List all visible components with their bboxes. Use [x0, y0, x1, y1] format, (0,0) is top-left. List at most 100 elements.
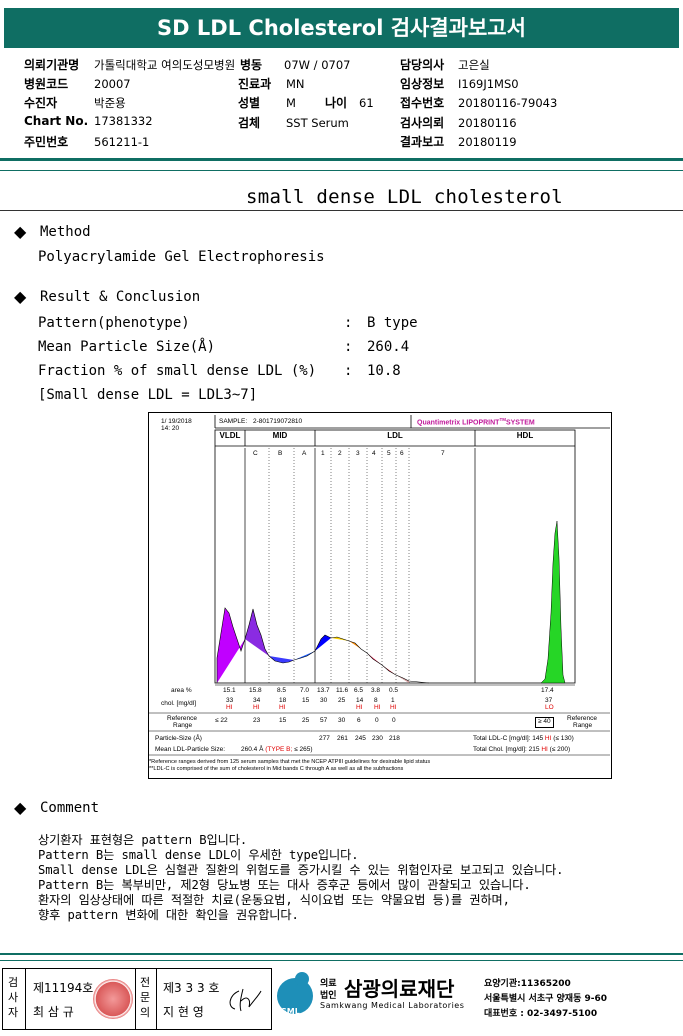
info-hospital-code: 병원코드 20007 [24, 77, 131, 91]
logo-dot [295, 972, 309, 986]
info-patient-name: 수진자 박준용 [24, 96, 126, 110]
area-value: 3.8 [371, 687, 381, 694]
info-chart-no: Chart No. 17381332 [24, 114, 153, 128]
expert-label: 전문의 [140, 976, 151, 1019]
band-label: B [278, 450, 283, 457]
comment-heading: Comment [40, 800, 100, 816]
group-label-ldl: LDL [387, 431, 403, 440]
info-doctor: 담당의사 고은실 [400, 58, 490, 72]
info-request-date: 검사의뢰 20180116 [400, 116, 517, 130]
ref-value-hdl: ≥ 40 [535, 717, 554, 728]
diamond-icon: ◆ [14, 798, 27, 817]
band-label: 5 [387, 450, 391, 457]
group-label-hdl: HDL [516, 431, 534, 440]
area-value: 7.0 [300, 687, 310, 694]
info-department: 진료과 MN [238, 77, 305, 91]
group-label-vldl: VLDL [219, 431, 241, 440]
mean-size: 260.4 Å (TYPE B; ≤ 265) [241, 746, 313, 753]
particle-size-value: 260.4 [367, 339, 410, 355]
area-value: 6.5 [354, 687, 364, 694]
info-clinical: 임상정보 I169J1MS0 [400, 77, 519, 91]
info-ward: 병동 07W / 0707 [240, 58, 351, 72]
total-chol: Total Chol. [mg/dl]: 215 HI (≤ 200) [473, 746, 571, 753]
info-accession: 접수번호 20180116-79043 [400, 96, 558, 110]
lipoprint-chart: 1/ 19/2018 14: 20 SAMPLE: 2-801719072810… [148, 412, 612, 779]
chart-footnote-2: **LDL-C is comprised of the sum of chole… [149, 766, 404, 772]
expert-no: 제3 3 3 호 [163, 981, 220, 995]
ref-value: 0 [392, 717, 396, 724]
band-label: 4 [372, 450, 376, 457]
org-english: Samkwang Medical Laboratories [320, 1001, 465, 1010]
trace-outline [216, 607, 430, 684]
tester-no: 제11194호 [33, 981, 94, 995]
chol-label: chol. [mg/dl] [161, 700, 197, 707]
info-sex: 성별 M [238, 96, 296, 110]
chol-flag: HI [279, 704, 286, 711]
section-line [0, 210, 683, 211]
ref-value: 30 [338, 717, 346, 724]
section-title: small dense LDL cholesterol [246, 186, 563, 208]
method-text: Polyacrylamide Gel Electrophoresis [38, 249, 325, 265]
area-value: 8.5 [277, 687, 287, 694]
band-label: 6 [400, 450, 404, 457]
info-institution: 의뢰기관명 가톨릭대학교 여의도성모병원 [24, 58, 236, 72]
info-age: 나이 61 [325, 96, 374, 110]
org-address: 서울특별시 서초구 양재동 9-60 [484, 994, 608, 1004]
ref-value: 15 [279, 717, 287, 724]
seal-stamp [93, 979, 133, 1019]
group-label-mid: MID [272, 431, 288, 440]
area-value: 15.8 [249, 687, 262, 694]
chol-value: 30 [320, 697, 328, 704]
band-label: 7 [441, 450, 445, 457]
tester-name: 최 삼 규 [33, 1005, 74, 1019]
area-value-hdl: 17.4 [541, 687, 554, 694]
report-title: SD LDL Cholesterol 검사결과보고서 [4, 8, 679, 48]
chol-flag: HI [374, 704, 381, 711]
particle-size-label: Particle-Size (Å) [155, 735, 202, 742]
ref-value: 25 [302, 717, 310, 724]
expert-signature [229, 988, 262, 1012]
ref-value: 6 [357, 717, 361, 724]
header-divider-thin [0, 170, 683, 171]
particle-size-value: 230 [372, 735, 383, 742]
area-value: 11.6 [336, 687, 349, 694]
info-specimen: 검체 SST Serum [238, 116, 349, 130]
band-label: C [253, 450, 258, 457]
tester-label: 검사자 [8, 976, 19, 1019]
chol-flag: HI [226, 704, 233, 711]
band-label: 3 [356, 450, 360, 457]
ref-value: 0 [375, 717, 379, 724]
pattern-value: B type [367, 315, 418, 331]
area-label: area % [171, 687, 192, 694]
band-label: A [302, 450, 307, 457]
diamond-icon: ◆ [14, 222, 27, 241]
chol-value: 25 [338, 697, 346, 704]
chol-flag: HI [390, 704, 397, 711]
header-divider [0, 158, 683, 161]
ref-value: 23 [253, 717, 261, 724]
area-value: 13.7 [317, 687, 330, 694]
particle-size-value: 218 [389, 735, 400, 742]
hdl-peak [540, 520, 566, 684]
band-a-peak [294, 651, 315, 660]
chol-flag: HI [253, 704, 260, 711]
tester-label-cell: 검사자 [3, 969, 26, 1029]
band-label: 1 [321, 450, 325, 457]
ref-label-right: Range [573, 722, 593, 729]
particle-size-value: 245 [355, 735, 366, 742]
area-value: 0.5 [389, 687, 399, 694]
ref-value: 57 [320, 717, 328, 724]
org-prefix-2: 법인 [320, 991, 337, 1001]
diamond-icon: ◆ [14, 287, 27, 306]
pattern-label: Pattern(phenotype) [38, 315, 190, 331]
info-report-date: 결과보고 20180119 [400, 135, 517, 149]
area-value: 15.1 [223, 687, 236, 694]
particle-size-value: 277 [319, 735, 330, 742]
particle-size-sep: : [344, 339, 353, 355]
method-heading: Method [40, 224, 91, 240]
pattern-sep: : [344, 315, 353, 331]
ref-value: ≤ 22 [215, 717, 228, 724]
org-name: 삼광의료재단 [344, 977, 455, 1001]
sdldl-note: [Small dense LDL = LDL3~7] [38, 387, 258, 403]
mean-size-label: Mean LDL-Particle Size: [155, 746, 226, 753]
